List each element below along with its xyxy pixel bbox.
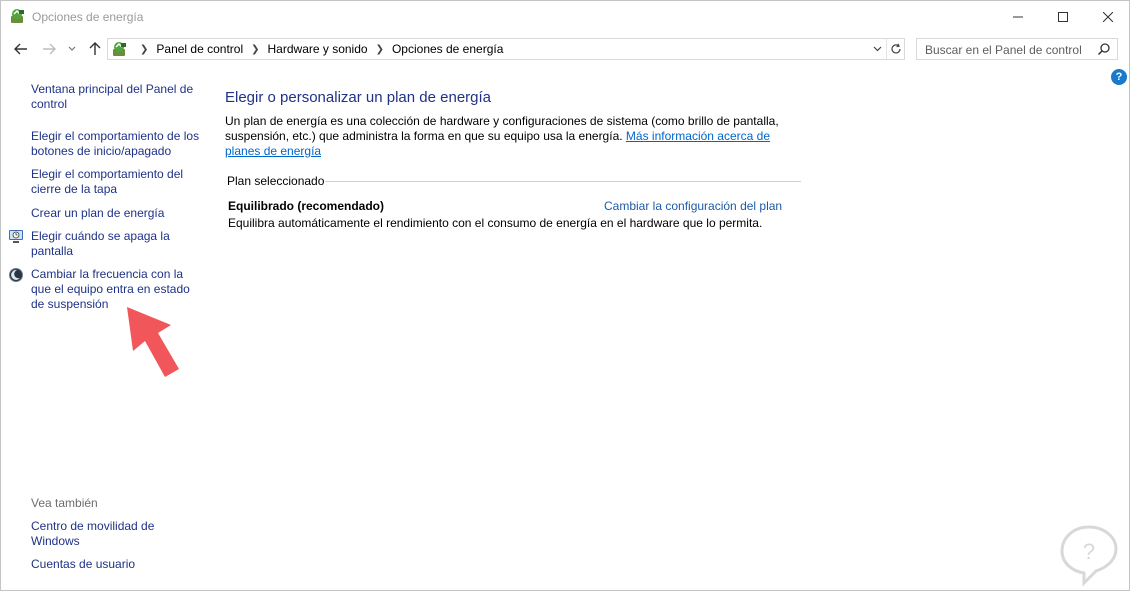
plan-description: Equilibra automáticamente el rendimiento… (228, 216, 763, 230)
window-title: Opciones de energía (32, 10, 144, 24)
chevron-down-icon (68, 46, 76, 51)
section-divider (325, 181, 801, 182)
search-placeholder: Buscar en el Panel de control (925, 43, 1082, 57)
back-button[interactable] (12, 40, 30, 58)
breadcrumb-item-hardware-sound[interactable]: Hardware y sonido (268, 42, 368, 56)
sidebar-item-user-accounts[interactable]: Cuentas de usuario (31, 557, 201, 572)
control-panel-window: Opciones de energía ❯ Panel de control ❯… (0, 0, 1130, 591)
breadcrumb-item-power-options[interactable]: Opciones de energía (392, 42, 503, 56)
navigation-bar: ❯ Panel de control ❯ Hardware y sonido ❯… (1, 32, 1129, 65)
maximize-button[interactable] (1040, 1, 1086, 32)
address-bar[interactable]: ❯ Panel de control ❯ Hardware y sonido ❯… (107, 38, 905, 60)
minimize-icon (1013, 16, 1023, 17)
change-plan-settings-link[interactable]: Cambiar la configuración del plan (604, 199, 782, 213)
sidebar-item-create-plan[interactable]: Crear un plan de energía (31, 206, 201, 221)
chevron-right-icon[interactable]: ❯ (376, 44, 384, 55)
sidebar-item-control-panel-home[interactable]: Ventana principal del Panel de control (31, 82, 201, 112)
intro-paragraph: Un plan de energía es una colección de h… (225, 114, 805, 159)
up-button[interactable] (86, 40, 104, 58)
title-bar: Opciones de energía (1, 1, 1129, 32)
close-icon (1103, 11, 1113, 22)
sidebar-item-display-off[interactable]: Elegir cuándo se apaga la pantalla (31, 229, 201, 259)
selected-plan-heading: Plan seleccionado (227, 174, 325, 188)
chevron-right-icon[interactable]: ❯ (251, 44, 259, 55)
address-history-button[interactable] (868, 39, 886, 59)
power-options-icon (113, 42, 126, 56)
minimize-button[interactable] (995, 1, 1041, 32)
see-also-heading: Vea también (31, 496, 98, 510)
monitor-clock-icon (9, 230, 23, 243)
search-input[interactable]: Buscar en el Panel de control (916, 38, 1118, 60)
refresh-button[interactable] (886, 39, 904, 59)
search-icon[interactable] (1097, 42, 1111, 56)
close-button[interactable] (1085, 1, 1130, 32)
maximize-icon (1058, 11, 1068, 22)
chevron-right-icon[interactable]: ❯ (140, 44, 148, 55)
breadcrumb-item-control-panel[interactable]: Panel de control (156, 42, 243, 56)
power-options-icon (11, 9, 24, 23)
svg-text:?: ? (1083, 539, 1095, 564)
sleep-moon-icon (9, 268, 23, 282)
highlight-arrow (127, 307, 179, 377)
sidebar-item-mobility-center[interactable]: Centro de movilidad de Windows (31, 519, 201, 549)
recent-locations-button[interactable] (65, 40, 79, 58)
sidebar-item-power-buttons[interactable]: Elegir el comportamiento de los botones … (31, 129, 201, 159)
plan-name: Equilibrado (recomendado) (228, 199, 385, 213)
page-title: Elegir o personalizar un plan de energía (225, 89, 492, 106)
forward-button[interactable] (40, 40, 58, 58)
arrow-up-icon (89, 42, 101, 55)
chevron-down-icon (873, 46, 881, 52)
help-button[interactable]: ? (1111, 69, 1127, 85)
breadcrumb: ❯ Panel de control ❯ Hardware y sonido ❯… (132, 42, 503, 56)
refresh-icon (890, 43, 901, 54)
arrow-right-icon (43, 43, 56, 55)
arrow-left-icon (14, 43, 27, 55)
watermark-logo: ? (1060, 525, 1118, 587)
sidebar-item-lid-close[interactable]: Elegir el comportamiento del cierre de l… (31, 167, 201, 197)
